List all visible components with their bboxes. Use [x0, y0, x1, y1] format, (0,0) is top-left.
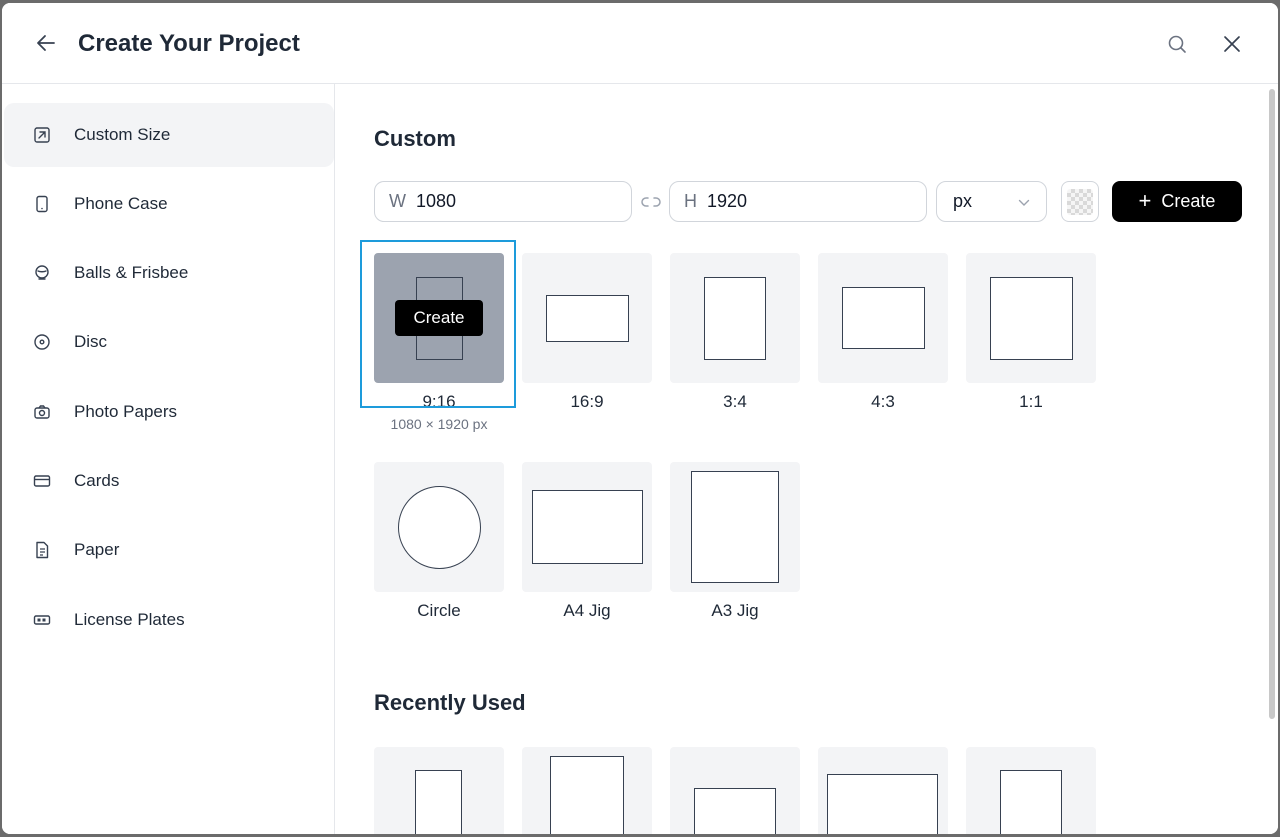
document-icon [32, 540, 52, 560]
height-prefix: H [684, 191, 697, 211]
preset-label: 1:1 [1019, 392, 1043, 411]
preset-thumbnail [522, 462, 652, 592]
preset-tile-a4-jig[interactable]: A4 Jig [522, 462, 652, 621]
preset-label: A4 Jig [563, 601, 611, 620]
create-button-label: Create [1161, 191, 1216, 211]
scrollbar-thumb[interactable] [1269, 89, 1275, 719]
preset-label: Circle [417, 601, 461, 620]
sidebar-item-label: Disc [74, 332, 108, 351]
sidebar-item-label: Cards [74, 471, 120, 490]
sidebar-item-phone-case[interactable]: Phone Case [4, 172, 334, 236]
plus-icon: + [1138, 187, 1152, 213]
preset-tile-a3-jig[interactable]: A3 Jig [670, 462, 800, 621]
preset-thumbnail [522, 253, 652, 383]
phone-icon [32, 194, 52, 214]
sidebar-item-label: Paper [74, 540, 120, 559]
card-icon [32, 471, 52, 491]
preset-label: 3:4 [723, 392, 747, 411]
camera-icon [32, 402, 52, 422]
chevron-down-icon [1018, 191, 1030, 212]
preset-label: 4:3 [871, 392, 895, 411]
sidebar-item-balls-frisbee[interactable]: Balls & Frisbee [4, 241, 334, 305]
link-aspect-icon[interactable] [639, 192, 663, 212]
preset-tile-circle[interactable]: Circle [374, 462, 504, 621]
close-icon[interactable] [1221, 33, 1243, 55]
search-icon[interactable] [1166, 33, 1188, 55]
sidebar-item-label: License Plates [74, 610, 185, 629]
sidebar-item-license-plates[interactable]: License Plates [4, 588, 334, 652]
page-title: Create Your Project [78, 30, 300, 57]
recent-shape [415, 770, 462, 834]
sidebar-item-photo-papers[interactable]: Photo Papers [4, 380, 334, 444]
width-prefix: W [389, 191, 406, 211]
preset-shape [397, 485, 481, 569]
recent-shape [1000, 770, 1062, 834]
transparent-background-toggle[interactable] [1061, 181, 1099, 222]
sidebar-item-label: Balls & Frisbee [74, 263, 189, 282]
preset-shape [545, 294, 629, 342]
sidebar-item-disc[interactable]: Disc [4, 310, 334, 374]
sidebar-item-cards[interactable]: Cards [4, 449, 334, 513]
recent-shape [694, 788, 776, 834]
preset-shape [989, 276, 1073, 360]
recent-tile[interactable] [374, 747, 504, 834]
preset-tile-16-9[interactable]: 16:9 [522, 253, 652, 412]
section-title-recently-used: Recently Used [374, 690, 526, 715]
preset-dimensions: 1080 × 1920 px [390, 416, 488, 432]
unit-select[interactable]: px [936, 181, 1047, 222]
preset-tile-3-4[interactable]: 3:4 [670, 253, 800, 412]
sidebar-item-paper[interactable]: Paper [4, 518, 334, 582]
preset-thumbnail [818, 253, 948, 383]
sidebar-item-label: Phone Case [74, 194, 168, 213]
preset-shape [531, 490, 643, 564]
back-arrow-icon[interactable] [34, 31, 58, 55]
width-input[interactable]: W 1080 [374, 181, 632, 222]
license-plate-icon [32, 610, 52, 630]
sidebar-item-label: Photo Papers [74, 402, 178, 421]
ball-icon [32, 263, 52, 283]
dialog-header: Create Your Project [2, 3, 1278, 84]
height-input[interactable]: H 1920 [669, 181, 927, 222]
edit-resize-icon [32, 125, 52, 145]
create-project-dialog: Create Your Project Custom Size Phone Ca… [2, 3, 1278, 834]
preset-label: 9:16 [422, 392, 456, 411]
create-button[interactable]: + Create [1112, 181, 1242, 222]
preset-tile-4-3[interactable]: 4:3 [818, 253, 948, 412]
section-title-custom: Custom [374, 126, 456, 151]
recent-tile[interactable] [966, 747, 1096, 834]
width-value: 1080 [416, 191, 457, 211]
recent-tile[interactable] [522, 747, 652, 834]
preset-thumbnail [374, 462, 504, 592]
preset-label: A3 Jig [711, 601, 759, 620]
sidebar-item-custom-size[interactable]: Custom Size [4, 103, 334, 167]
sidebar-item-label: Custom Size [74, 125, 171, 144]
checkerboard-icon [1067, 188, 1093, 215]
main-content: Custom W 1080 H 1920 px + Create Create … [336, 84, 1266, 834]
preset-shape [691, 471, 779, 583]
recent-shape [827, 774, 938, 834]
recent-shape [550, 756, 624, 834]
preset-thumbnail [670, 253, 800, 383]
preset-label: 16:9 [570, 392, 604, 411]
recent-tile[interactable] [818, 747, 948, 834]
preset-thumbnail [670, 462, 800, 592]
preset-tile-1-1[interactable]: 1:1 [966, 253, 1096, 412]
disc-icon [32, 332, 52, 352]
recent-tile[interactable] [670, 747, 800, 834]
preset-shape [841, 287, 925, 349]
height-value: 1920 [707, 191, 748, 211]
preset-thumbnail: Create [374, 253, 504, 383]
category-sidebar: Custom Size Phone Case Balls & Frisbee D… [2, 84, 335, 834]
unit-value: px [953, 191, 973, 211]
preset-shape [704, 276, 766, 360]
preset-tile-9-16[interactable]: Create 9:16 1080 × 1920 px [374, 253, 504, 432]
preset-thumbnail [966, 253, 1096, 383]
tile-create-button[interactable]: Create [395, 300, 483, 336]
